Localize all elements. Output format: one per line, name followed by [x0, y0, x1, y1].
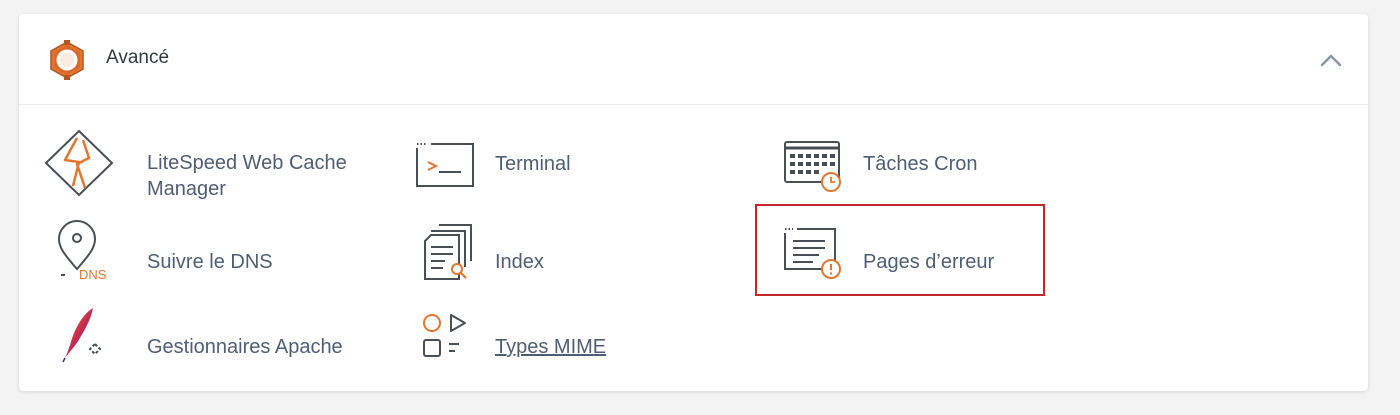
apache-feather-icon [62, 308, 102, 363]
item-mime-types[interactable]: Types MIME [409, 304, 669, 378]
item-label: Tâches Cron [863, 153, 978, 175]
mime-types-icon [423, 314, 466, 357]
item-label: Terminal [495, 153, 571, 175]
litespeed-icon [44, 129, 114, 197]
item-label-line2: Manager [147, 178, 226, 200]
item-label-line1: LiteSpeed Web Cache [147, 152, 347, 174]
item-index[interactable]: Index [409, 219, 669, 289]
item-apache-handlers[interactable]: Gestionnaires Apache [41, 304, 381, 378]
item-terminal[interactable]: Terminal [409, 136, 669, 196]
item-label: Suivre le DNS [147, 251, 273, 273]
index-search-icon [424, 224, 472, 280]
chevron-up-icon[interactable] [1317, 48, 1345, 72]
advanced-section-panel: Avancé LiteSpeed Web Cache Manager Termi… [19, 14, 1368, 391]
item-label: Types MIME [495, 336, 607, 358]
section-title: Avancé [106, 47, 170, 68]
cron-calendar-icon [784, 141, 841, 192]
item-dns-tracking[interactable]: DNS Suivre le DNS [41, 219, 381, 289]
gear-icon [50, 40, 84, 80]
highlight-box [755, 204, 1045, 296]
item-litespeed-web-cache-manager[interactable]: LiteSpeed Web Cache Manager [41, 126, 381, 206]
item-label: Index [495, 251, 544, 273]
dns-icon-text: DNS [79, 267, 107, 282]
section-header[interactable]: Avancé [19, 14, 1368, 105]
terminal-icon [416, 143, 474, 187]
item-label: Gestionnaires Apache [147, 336, 343, 358]
dns-pin-icon: DNS [57, 220, 107, 282]
item-cron-jobs[interactable]: Tâches Cron [779, 136, 1039, 196]
